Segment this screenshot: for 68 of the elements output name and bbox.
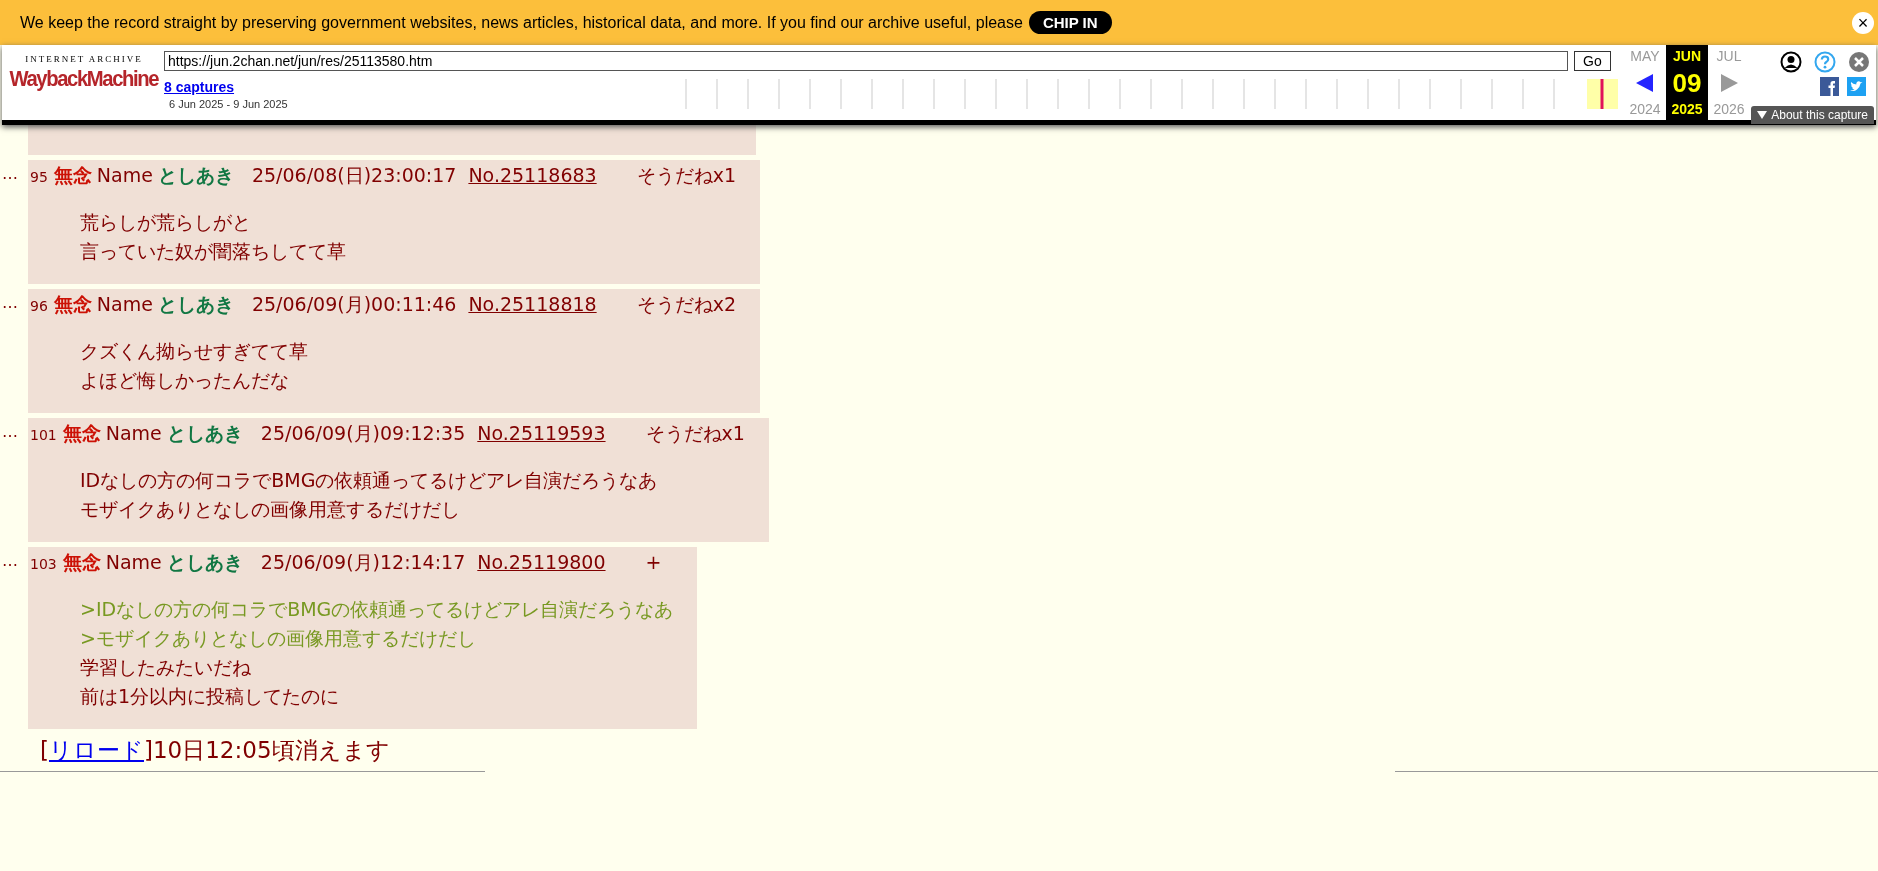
name-label: Name bbox=[96, 163, 153, 188]
quoted-line: >IDなしの方の何コラでBMGの依頼通ってるけどアレ自演だろうなあ bbox=[80, 597, 674, 622]
close-icon[interactable] bbox=[1848, 51, 1870, 73]
post-menu-dots[interactable]: … bbox=[0, 160, 28, 188]
url-field[interactable]: https://jun.2chan.net/jun/res/25113580.htm bbox=[164, 51, 1568, 71]
name-label: Name bbox=[105, 550, 162, 575]
previous-year: 2024 bbox=[1629, 101, 1661, 117]
logo-caption: INTERNET ARCHIVE bbox=[25, 54, 143, 64]
user-icon[interactable] bbox=[1780, 51, 1802, 73]
sodane-link[interactable]: そうだねx2 bbox=[636, 289, 736, 319]
post-text-line: 言っていた奴が闇落ちしてて草 bbox=[80, 239, 347, 264]
poster-name: としあき bbox=[157, 292, 234, 317]
previous-arrow-icon[interactable] bbox=[1635, 72, 1655, 93]
post-number: 101 bbox=[30, 426, 57, 445]
capture-range: 6 Jun 2025 - 9 Jun 2025 bbox=[169, 98, 289, 110]
facebook-icon[interactable] bbox=[1820, 77, 1839, 96]
post-number-link[interactable]: No.25118683 bbox=[468, 160, 597, 190]
post-text-line: 学習したみたいだね bbox=[80, 655, 252, 680]
name-label: Name bbox=[105, 421, 162, 446]
post-subject: 無念 bbox=[62, 421, 101, 446]
post-date: 25/06/09(月)09:12:35 bbox=[260, 421, 466, 446]
post-date: 25/06/08(日)23:00:17 bbox=[251, 163, 457, 188]
bracket: ] bbox=[144, 737, 153, 763]
sodane-link[interactable]: + bbox=[645, 547, 662, 577]
post-text-line: 荒らしが荒らしがと bbox=[80, 210, 252, 235]
post-text-line: モザイクありとなしの画像用意するだけだし bbox=[80, 497, 461, 522]
post-date: 25/06/09(月)00:11:46 bbox=[251, 292, 457, 317]
current-year: 2025 bbox=[1671, 101, 1703, 117]
poster-name: としあき bbox=[166, 421, 243, 446]
next-arrow-icon[interactable] bbox=[1719, 72, 1739, 93]
name-label: Name bbox=[96, 292, 153, 317]
post-number-link[interactable]: No.25119593 bbox=[477, 418, 606, 448]
close-button[interactable]: × bbox=[1852, 11, 1874, 34]
post-text-line: IDなしの方の何コラでBMGの依頼通ってるけどアレ自演だろうなあ bbox=[80, 468, 659, 493]
post-number-link[interactable]: No.25119800 bbox=[477, 547, 606, 577]
quoted-line: >モザイクありとなしの画像用意するだけだし bbox=[80, 626, 477, 651]
post-number-link[interactable]: No.25118818 bbox=[468, 289, 597, 319]
banner-message: We keep the record straight by preserving government websites, news articles, historical data, and more. If you find our archive useful, please bbox=[20, 13, 1023, 32]
current-month: JUN bbox=[1673, 48, 1701, 64]
post-text-line: 前は1分以内に投稿してたのに bbox=[80, 684, 341, 709]
post-menu-dots[interactable]: … bbox=[0, 547, 28, 575]
about-capture-button[interactable]: About this capture bbox=[1751, 106, 1874, 124]
post-text-line: よほど悔しかったんだな bbox=[80, 368, 290, 393]
wayback-logo[interactable]: WaybackMachine bbox=[9, 66, 159, 92]
post-subject: 無念 bbox=[62, 550, 101, 575]
twitter-icon[interactable] bbox=[1847, 77, 1866, 96]
poster-name: としあき bbox=[157, 163, 234, 188]
poster-name: としあき bbox=[166, 550, 243, 575]
chip-in-button[interactable]: CHIP IN bbox=[1028, 11, 1112, 34]
go-button[interactable]: Go bbox=[1574, 51, 1611, 71]
sodane-link[interactable]: そうだねx1 bbox=[645, 418, 745, 448]
expiry-notice: 10日12:05頃消えます bbox=[152, 737, 390, 763]
caret-icon bbox=[1757, 111, 1768, 119]
post-subject: 無念 bbox=[53, 292, 92, 317]
post-number: 96 bbox=[30, 297, 48, 316]
sodane-link[interactable]: そうだねx1 bbox=[636, 160, 736, 190]
post-number: 95 bbox=[30, 168, 48, 187]
captures-link[interactable]: 8 captures bbox=[164, 79, 684, 95]
post-subject: 無念 bbox=[53, 163, 92, 188]
post-date: 25/06/09(月)12:14:17 bbox=[260, 550, 466, 575]
bracket: [ bbox=[40, 737, 49, 763]
post-number: 103 bbox=[30, 555, 57, 574]
post-text-line: クズくん拗らせすぎてて草 bbox=[80, 339, 309, 364]
current-day: 09 bbox=[1672, 69, 1702, 96]
next-year: 2026 bbox=[1713, 101, 1745, 117]
reload-link[interactable]: リロード bbox=[49, 737, 144, 763]
post-menu-dots[interactable]: … bbox=[0, 289, 28, 317]
post-menu-dots[interactable]: … bbox=[0, 418, 28, 446]
